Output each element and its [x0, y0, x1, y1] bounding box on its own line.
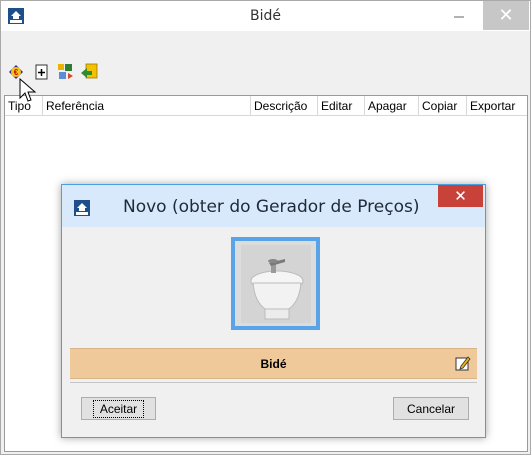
product-image[interactable]	[231, 237, 320, 330]
dialog-title-bar: Novo (obter do Gerador de Preços) ✕	[62, 185, 485, 227]
import-icon[interactable]	[57, 63, 75, 81]
column-header-editar[interactable]: Editar	[318, 96, 365, 116]
edit-icon[interactable]	[455, 355, 471, 371]
minimize-button[interactable]	[444, 1, 473, 30]
table-header: Tipo Referência Descrição Editar Apagar …	[5, 96, 527, 116]
item-name-bar: Bidé	[70, 348, 477, 379]
toolbar: €	[1, 63, 530, 91]
close-button[interactable]: ✕	[483, 1, 529, 30]
export-icon[interactable]	[80, 63, 98, 81]
title-bar: Bidé ✕	[1, 1, 530, 31]
dialog-body: Bidé Aceitar Cancelar	[70, 227, 477, 427]
column-header-copiar[interactable]: Copiar	[419, 96, 467, 116]
column-header-referencia[interactable]: Referência	[43, 96, 251, 116]
new-item-dialog: Novo (obter do Gerador de Preços) ✕ Bidé	[61, 184, 486, 438]
dialog-title: Novo (obter do Gerador de Preços)	[123, 197, 420, 217]
dialog-close-button[interactable]: ✕	[438, 185, 483, 207]
item-name: Bidé	[260, 357, 287, 371]
column-header-descricao[interactable]: Descrição	[251, 96, 318, 116]
close-icon: ✕	[498, 5, 514, 25]
minimize-icon	[453, 16, 464, 17]
app-icon	[74, 200, 90, 216]
mouse-cursor-icon	[19, 78, 37, 102]
cancel-button[interactable]: Cancelar	[393, 397, 469, 420]
column-header-exportar[interactable]: Exportar	[467, 96, 527, 116]
column-header-apagar[interactable]: Apagar	[365, 96, 419, 116]
accept-label: Aceitar	[92, 399, 145, 418]
divider	[70, 382, 477, 383]
bidet-icon	[240, 244, 311, 323]
close-icon: ✕	[454, 188, 467, 205]
accept-button[interactable]: Aceitar	[81, 397, 156, 420]
svg-text:€: €	[14, 68, 19, 77]
